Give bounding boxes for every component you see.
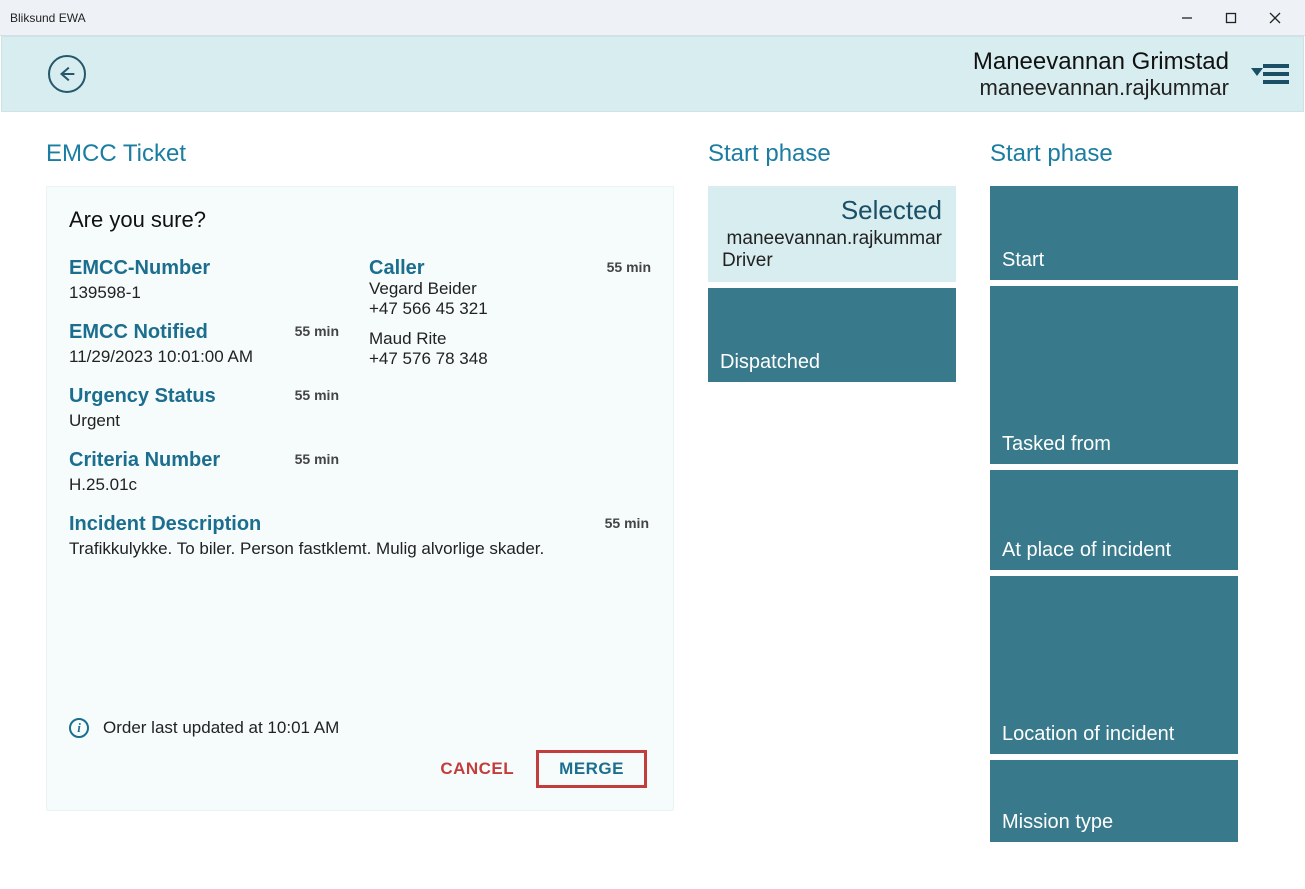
phase-title: Start phase bbox=[990, 140, 1238, 168]
tile-at-place-of-incident[interactable]: At place of incident bbox=[990, 470, 1238, 570]
start-phase-mid: Start phase Selected maneevannan.rajkumm… bbox=[708, 140, 956, 848]
field-criteria: 55 min Criteria Number H.25.01c bbox=[69, 449, 369, 495]
caller-line: Maud Rite bbox=[369, 329, 651, 349]
field-value: H.25.01c bbox=[69, 475, 369, 495]
ticket-box: Are you sure? EMCC-Number 139598-1 55 mi… bbox=[46, 186, 674, 811]
footer-text: Order last updated at 10:01 AM bbox=[103, 718, 339, 738]
field-value: Urgent bbox=[69, 411, 369, 431]
field-label: EMCC-Number bbox=[69, 257, 369, 279]
field-urgency: 55 min Urgency Status Urgent bbox=[69, 385, 369, 431]
back-button[interactable] bbox=[48, 55, 86, 93]
window-controls bbox=[1165, 3, 1297, 33]
time-badge: 55 min bbox=[605, 515, 649, 531]
field-emcc-number: EMCC-Number 139598-1 bbox=[69, 257, 369, 303]
tile-tasked-from[interactable]: Tasked from bbox=[990, 286, 1238, 464]
field-value: 11/29/2023 10:01:00 AM bbox=[69, 347, 369, 367]
time-badge: 55 min bbox=[295, 451, 339, 467]
caller-line: +47 576 78 348 bbox=[369, 349, 651, 369]
app-header: Maneevannan Grimstad maneevannan.rajkumm… bbox=[1, 36, 1304, 112]
emcc-ticket-section: EMCC Ticket Are you sure? EMCC-Number 13… bbox=[46, 140, 674, 848]
time-badge: 55 min bbox=[295, 387, 339, 403]
time-badge: 55 min bbox=[295, 323, 339, 339]
maximize-button[interactable] bbox=[1209, 3, 1253, 33]
merge-button[interactable]: MERGE bbox=[536, 750, 647, 788]
tile-mission-type[interactable]: Mission type bbox=[990, 760, 1238, 842]
field-emcc-notified: 55 min EMCC Notified 11/29/2023 10:01:00… bbox=[69, 321, 369, 367]
tile-label: At place of incident bbox=[1002, 539, 1226, 562]
field-value: Trafikkulykke. To biler. Person fastklem… bbox=[69, 539, 649, 559]
tile-label: Tasked from bbox=[1002, 433, 1226, 456]
info-icon: i bbox=[69, 718, 89, 738]
tile-selected-line2: Driver bbox=[722, 250, 773, 272]
tile-label: Location of incident bbox=[1002, 723, 1226, 746]
field-label: Incident Description bbox=[69, 513, 649, 535]
user-name: Maneevannan Grimstad bbox=[973, 48, 1229, 76]
tile-selected-title: Selected bbox=[841, 195, 942, 226]
caller-line: +47 566 45 321 bbox=[369, 299, 651, 319]
tile-label: Mission type bbox=[1002, 811, 1226, 834]
minimize-button[interactable] bbox=[1165, 3, 1209, 33]
field-value: 139598-1 bbox=[69, 283, 369, 303]
field-caller: 55 min Caller Vegard Beider +47 566 45 3… bbox=[369, 257, 651, 369]
cancel-button[interactable]: CANCEL bbox=[440, 759, 514, 779]
content: EMCC Ticket Are you sure? EMCC-Number 13… bbox=[0, 112, 1305, 848]
phase-title: Start phase bbox=[708, 140, 956, 168]
caller-line: Vegard Beider bbox=[369, 279, 651, 299]
button-row: CANCEL MERGE bbox=[69, 750, 651, 788]
tile-location-of-incident[interactable]: Location of incident bbox=[990, 576, 1238, 754]
tile-selected[interactable]: Selected maneevannan.rajkummar Driver bbox=[708, 186, 956, 282]
close-button[interactable] bbox=[1253, 3, 1297, 33]
field-incident: 55 min Incident Description Trafikkulykk… bbox=[69, 513, 649, 559]
footer-row: i Order last updated at 10:01 AM bbox=[69, 718, 651, 738]
tile-start[interactable]: Start bbox=[990, 186, 1238, 280]
section-title: EMCC Ticket bbox=[46, 140, 674, 168]
user-id: maneevannan.rajkummar bbox=[973, 75, 1229, 100]
tile-label: Dispatched bbox=[720, 351, 944, 374]
confirm-title: Are you sure? bbox=[69, 207, 651, 233]
time-badge: 55 min bbox=[607, 259, 651, 275]
tile-selected-line1: maneevannan.rajkummar bbox=[727, 228, 942, 250]
tile-dispatched[interactable]: Dispatched bbox=[708, 288, 956, 382]
tile-label: Start bbox=[1002, 249, 1226, 272]
titlebar: Bliksund EWA bbox=[0, 0, 1305, 36]
menu-icon[interactable] bbox=[1251, 64, 1289, 84]
window-title: Bliksund EWA bbox=[10, 11, 86, 25]
start-phase-right: Start phase Start Tasked from At place o… bbox=[990, 140, 1238, 848]
user-block: Maneevannan Grimstad maneevannan.rajkumm… bbox=[973, 48, 1229, 101]
